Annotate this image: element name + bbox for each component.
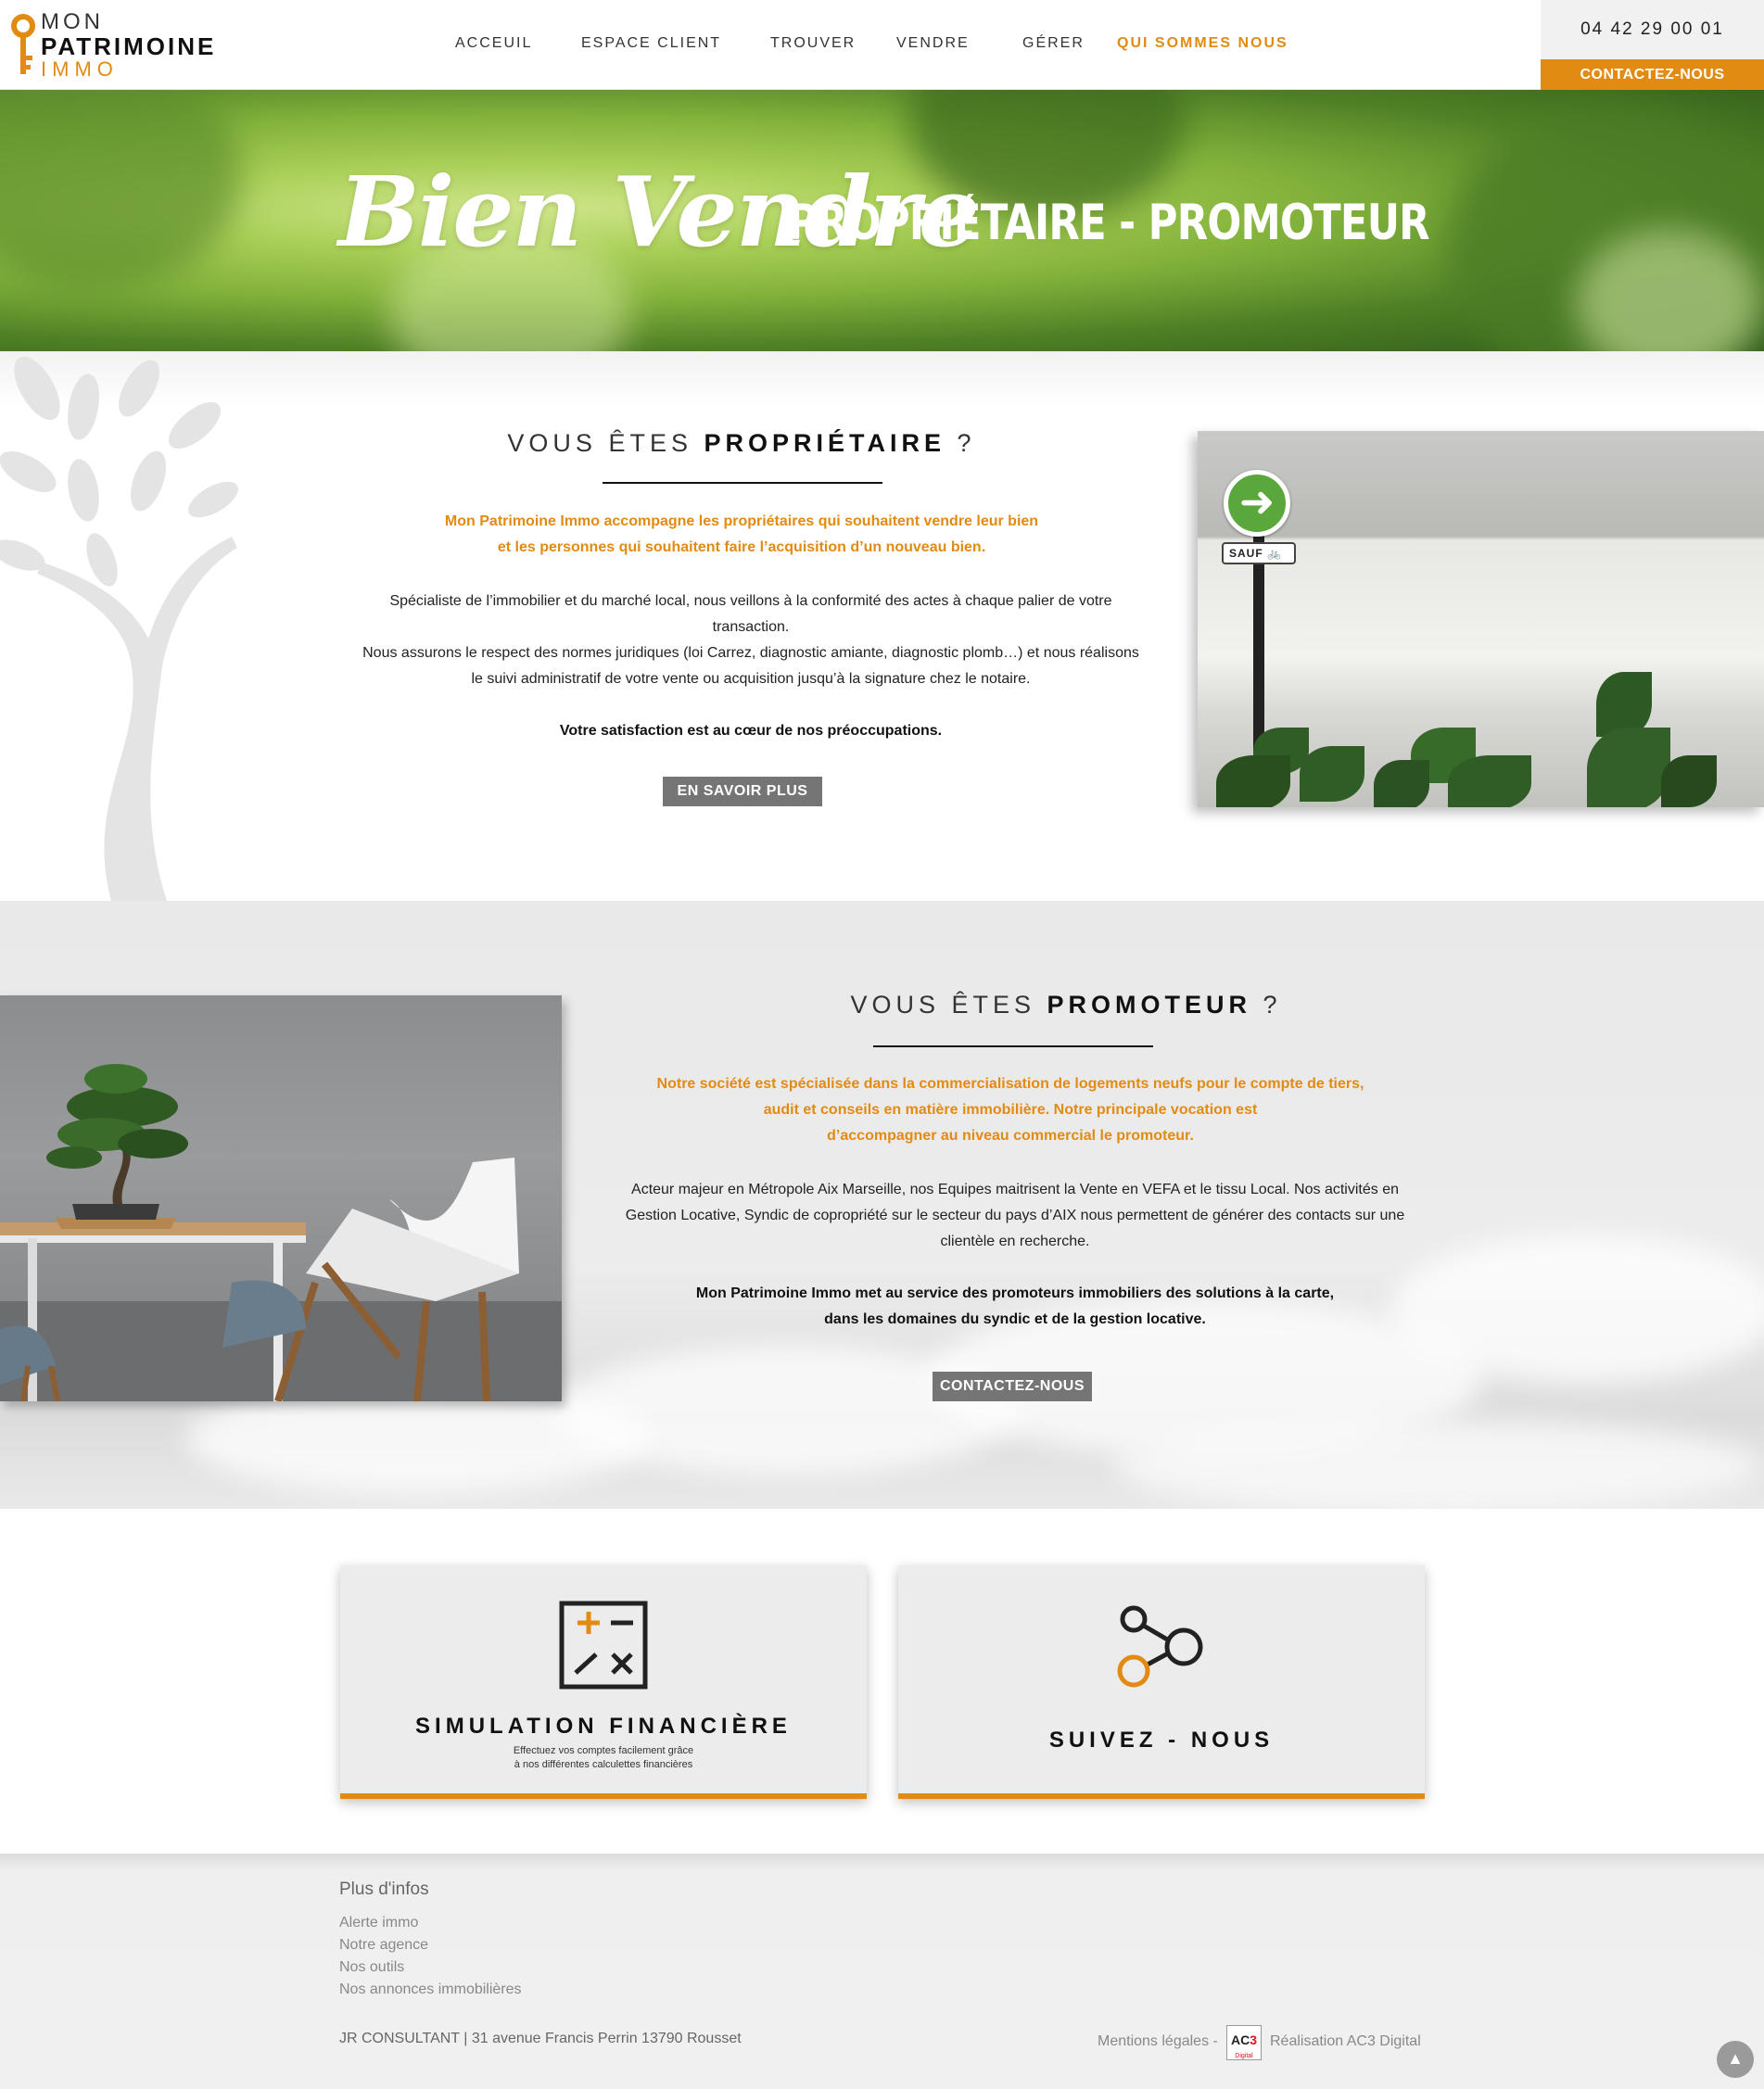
- nav-qui-sommes-nous[interactable]: QUI SOMMES NOUS: [1117, 35, 1288, 52]
- proprietaire-title-prefix: VOUS ÊTES: [507, 429, 692, 457]
- nav-vendre[interactable]: VENDRE: [896, 35, 970, 52]
- ac3-digital-logo[interactable]: AC3 Digital: [1226, 2025, 1262, 2060]
- realisation-credit[interactable]: Réalisation AC3 Digital: [1270, 2033, 1421, 2050]
- promoteur-closing-line: dans les domaines du syndic et de la ges…: [824, 1311, 1206, 1327]
- proprietaire-title-bold: PROPRIÉTAIRE: [704, 429, 946, 457]
- proprietaire-body: Spécialiste de l’immobilier et du marché…: [334, 589, 1168, 692]
- proprietaire-intro-line: Mon Patrimoine Immo accompagne les propr…: [444, 513, 1039, 529]
- promoteur-title-bold: PROMOTEUR: [1047, 991, 1251, 1019]
- simulation-card-subtitle: Effectuez vos comptes facilement grâce à…: [340, 1744, 867, 1772]
- footer-heading: Plus d'infos: [339, 1880, 429, 1899]
- logo-line-immo: IMMO: [41, 57, 119, 81]
- site-footer: Plus d'infos Alerte immo Notre agence No…: [0, 1854, 1764, 2089]
- nav-gerer[interactable]: GÉRER: [1022, 35, 1085, 52]
- sign-sauf-text: SAUF: [1229, 547, 1263, 560]
- footer-link-nos-outils[interactable]: Nos outils: [339, 1959, 404, 1976]
- promoteur-title-suffix: ?: [1263, 991, 1282, 1019]
- suivez-nous-card-title: SUIVEZ - NOUS: [1048, 1728, 1275, 1753]
- promoteur-intro: Notre société est spécialisée dans la co…: [593, 1071, 1428, 1149]
- proprietaire-body-line: le suivi administratif de votre vente ou…: [471, 671, 1031, 687]
- proprietaire-body-line: Nous assurons le respect des normes juri…: [362, 645, 1139, 661]
- promoteur-body-line: clientèle en recherche.: [940, 1234, 1090, 1249]
- nav-espace-client[interactable]: ESPACE CLIENT: [581, 35, 721, 52]
- ac3-logo-text: AC: [1230, 2032, 1250, 2047]
- proprietaire-closing: Votre satisfaction est au cœur de nos pr…: [559, 723, 943, 739]
- proprietaire-intro-line: et les personnes qui souhaitent faire l’…: [497, 539, 986, 555]
- proprietaire-body-line: transaction.: [712, 619, 790, 635]
- title-underline: [603, 482, 882, 484]
- footer-link-alerte-immo[interactable]: Alerte immo: [339, 1915, 418, 1931]
- mentions-legales-link[interactable]: Mentions légales -: [1098, 2033, 1218, 2050]
- footer-address: JR CONSULTANT | 31 avenue Francis Perrin…: [339, 2031, 742, 2046]
- promoteur-intro-line: audit et conseils en matière immobilière…: [763, 1102, 1258, 1118]
- proprietaire-intro: Mon Patrimoine Immo accompagne les propr…: [334, 509, 1149, 561]
- proprietaire-title: VOUS ÊTES PROPRIÉTAIRE ?: [422, 429, 1061, 458]
- promoteur-title-prefix: VOUS ÊTES: [850, 991, 1035, 1019]
- simulation-card-title: SIMULATION FINANCIÈRE: [415, 1714, 792, 1739]
- footer-link-nos-annonces[interactable]: Nos annonces immobilières: [339, 1981, 522, 1998]
- proprietaire-title-suffix: ?: [957, 429, 976, 457]
- logo-line-mon: MON: [41, 9, 104, 34]
- proprietaire-body-line: Spécialiste de l’immobilier et du marché…: [389, 593, 1112, 609]
- promoteur-intro-line: Notre société est spécialisée dans la co…: [656, 1076, 1364, 1092]
- promoteur-contact-button[interactable]: CONTACTEZ-NOUS: [933, 1372, 1092, 1401]
- chevron-up-icon: ▲: [1727, 2049, 1744, 2068]
- en-savoir-plus-button[interactable]: EN SAVOIR PLUS: [663, 777, 822, 806]
- ac3-logo-subtext: Digital: [1235, 2053, 1253, 2059]
- promoteur-body-line: Gestion Locative, Syndic de copropriété …: [625, 1208, 1405, 1223]
- nav-acceuil[interactable]: ACCEUIL: [455, 35, 532, 52]
- simulation-card[interactable]: SIMULATION FINANCIÈRE Effectuez vos comp…: [340, 1565, 867, 1799]
- ac3-logo-accent: 3: [1250, 2032, 1258, 2047]
- site-header: MON PATRIMOINE IMMO ACCEUIL ESPACE CLIEN…: [0, 0, 1764, 90]
- calculator-icon: [559, 1601, 648, 1690]
- main-nav: ACCEUIL ESPACE CLIENT TROUVER VENDRE GÉR…: [0, 35, 1390, 57]
- nav-trouver[interactable]: TROUVER: [770, 35, 856, 52]
- arrow-right-icon: ➜: [1224, 470, 1290, 537]
- footer-link-notre-agence[interactable]: Notre agence: [339, 1937, 428, 1954]
- sign-sauf-label: SAUF 🚲: [1222, 542, 1296, 564]
- hero-banner: Bien Vendre PROPRIÉTAIRE - PROMOTEUR: [0, 90, 1764, 351]
- promoteur-body: Acteur majeur en Métropole Aix Marseille…: [593, 1177, 1437, 1255]
- page: MON PATRIMOINE IMMO ACCEUIL ESPACE CLIEN…: [0, 0, 1764, 2089]
- simulation-card-subtitle-line: Effectuez vos comptes facilement grâce: [513, 1745, 694, 1756]
- promoteur-body-line: Acteur majeur en Métropole Aix Marseille…: [631, 1182, 1399, 1197]
- bonsai-room-photo: [0, 995, 562, 1401]
- title-underline: [873, 1045, 1153, 1047]
- promoteur-closing-line: Mon Patrimoine Immo met au service des p…: [695, 1285, 1335, 1301]
- scroll-to-top-button[interactable]: ▲: [1717, 2041, 1754, 2078]
- promoteur-title: VOUS ÊTES PROMOTEUR ?: [714, 991, 1418, 1019]
- header-contact-button[interactable]: CONTACTEZ-NOUS: [1541, 59, 1764, 90]
- room-illustration: [0, 1064, 562, 1401]
- phone-number[interactable]: 04 42 29 00 01: [1541, 0, 1764, 59]
- tree-decoration: [0, 356, 238, 901]
- hero-caps-title: PROPRIÉTAIRE - PROMOTEUR: [788, 195, 1430, 251]
- promoteur-intro-line: d’accompagner au niveau commercial le pr…: [827, 1128, 1194, 1144]
- promoteur-closing: Mon Patrimoine Immo met au service des p…: [593, 1281, 1437, 1333]
- share-icon: [1117, 1605, 1203, 1688]
- wall-sign-photo: ➜ SAUF 🚲: [1198, 431, 1764, 807]
- simulation-card-subtitle-line: à nos différentes calculettes financière…: [514, 1759, 693, 1770]
- suivez-nous-card[interactable]: SUIVEZ - NOUS: [898, 1565, 1425, 1799]
